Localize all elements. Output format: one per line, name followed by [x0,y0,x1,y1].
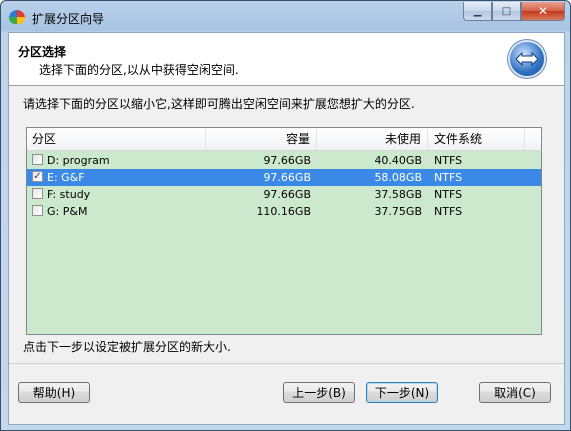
partition-row-d[interactable]: D: program 97.66GB 40.40GB NTFS [27,152,541,169]
wizard-header: 分区选择 选择下面的分区,以从中获得空闲空间. [9,33,564,86]
partition-free: 40.40GB [374,154,422,167]
partition-checkbox[interactable] [32,188,43,199]
partition-filesystem: NTFS [434,171,463,184]
column-header-capacity[interactable]: 容量 [206,128,317,150]
partition-name: D: program [47,154,110,167]
page-title: 分区选择 [18,45,67,59]
partition-list[interactable]: 分区 容量 未使用 文件系统 D: program 97.66GB 40.40G… [26,127,542,335]
partition-row-f[interactable]: F: study 97.66GB 37.58GB NTFS [27,186,541,203]
partition-filesystem: NTFS [434,205,463,218]
wizard-body: 分区选择 选择下面的分区,以从中获得空闲空间. 请选择下面的分区以缩小它,这样即… [8,32,565,425]
list-header: 分区 容量 未使用 文件系统 [27,128,541,151]
instruction-text: 请选择下面的分区以缩小它,这样即可腾出空闲空间来扩展您想扩大的分区. [23,97,415,111]
partition-capacity: 97.66GB [263,154,311,167]
page-subtitle: 选择下面的分区,以从中获得空闲空间. [39,63,239,77]
partition-checkbox[interactable] [32,205,43,216]
resize-arrows-icon [510,42,544,76]
partition-row-g[interactable]: G: P&M 110.16GB 37.75GB NTFS [27,203,541,220]
window-title: 扩展分区向导 [32,12,105,26]
partition-name: G: P&M [47,205,88,218]
title-bar[interactable]: 扩展分区向导 ▁ □ ✕ [1,1,570,32]
partition-filesystem: NTFS [434,188,463,201]
close-button[interactable]: ✕ [521,2,565,21]
partition-checkbox[interactable]: ✓ [32,171,43,182]
partition-name: E: G&F [47,171,85,184]
cancel-button[interactable]: 取消(C) [479,382,551,403]
caption-buttons: ▁ □ ✕ [463,2,565,21]
button-bar: 帮助(H) 上一步(B) 下一步(N) 取消(C) [9,363,564,425]
partition-row-e[interactable]: ✓ E: G&F 97.66GB 58.08GB NTFS [27,169,541,186]
partition-free: 37.75GB [374,205,422,218]
partition-free: 58.08GB [374,171,422,184]
column-header-free[interactable]: 未使用 [317,128,428,150]
partition-free: 37.58GB [374,188,422,201]
maximize-button[interactable]: □ [492,2,521,21]
back-button[interactable]: 上一步(B) [283,382,355,403]
column-header-filesystem[interactable]: 文件系统 [428,128,525,150]
column-header-partition[interactable]: 分区 [27,128,206,150]
wizard-window: 扩展分区向导 ▁ □ ✕ 分区选择 选择下面的分区,以从中获得空闲空间. 请选择… [0,0,571,431]
partition-name: F: study [47,188,91,201]
app-logo-icon [9,10,25,24]
hint-text: 点击下一步以设定被扩展分区的新大小. [23,340,231,354]
minimize-button[interactable]: ▁ [463,2,492,21]
next-button[interactable]: 下一步(N) [366,382,438,403]
help-button[interactable]: 帮助(H) [18,382,90,403]
partition-filesystem: NTFS [434,154,463,167]
partition-checkbox[interactable] [32,154,43,165]
partition-capacity: 110.16GB [256,205,311,218]
partition-capacity: 97.66GB [263,188,311,201]
partition-capacity: 97.66GB [263,171,311,184]
